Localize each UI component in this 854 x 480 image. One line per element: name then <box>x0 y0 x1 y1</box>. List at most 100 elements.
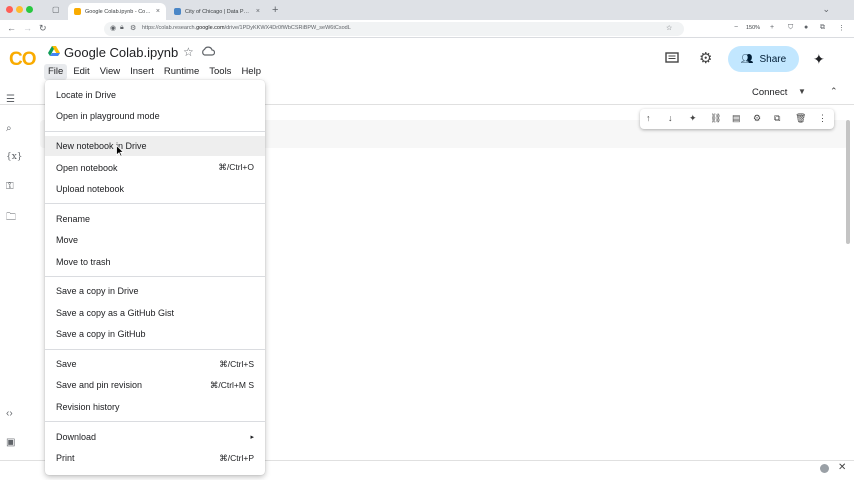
menu-item-rename[interactable]: Rename <box>45 209 265 229</box>
menu-item-move-to-trash[interactable]: Move to trash <box>45 252 265 272</box>
notebook-title[interactable]: Google Colab.ipynb <box>64 45 178 60</box>
menu-edit[interactable]: Edit <box>69 64 93 80</box>
mouse-cursor-icon <box>116 145 124 157</box>
menu-item-shortcut: ⌘/Ctrl+S <box>219 358 254 369</box>
menu-item-label: Save <box>56 359 77 369</box>
extension-icon[interactable]: ⛉ <box>788 24 793 32</box>
delete-icon[interactable]: 🗑︎ <box>795 113 806 124</box>
menu-item-label: New notebook in Drive <box>56 141 147 152</box>
link-icon[interactable]: ⛓ <box>710 113 721 124</box>
menu-runtime[interactable]: Runtime <box>160 64 203 80</box>
more-vert-icon[interactable]: ⋮ <box>818 113 827 124</box>
runtime-status-icon[interactable] <box>820 464 829 473</box>
cloud-saved-icon[interactable] <box>201 46 215 56</box>
connect-button[interactable]: Connect <box>752 87 787 98</box>
secrets-key-icon[interactable]: ⚿ <box>6 181 14 192</box>
tab-title: Google Colab.ipynb - Colab <box>85 8 152 15</box>
menu-item-save-a-copy-in-drive[interactable]: Save a copy in Drive <box>45 281 265 301</box>
move-down-icon[interactable]: ↓ <box>668 113 673 123</box>
browser-menu-icon[interactable]: ⋮ <box>838 24 845 32</box>
share-button[interactable]: 👥︎ Share <box>728 46 799 72</box>
browser-tab-colab[interactable]: Google Colab.ipynb - Colab × <box>68 3 166 20</box>
mirror-cell-icon[interactable]: ⧉ <box>774 113 780 124</box>
colab-logo[interactable]: CO <box>9 49 36 71</box>
site-info-icon[interactable]: ◉ <box>110 24 116 32</box>
address-bar[interactable]: ◉ 🔒︎ ⚙︎ https://colab.research.google.co… <box>104 22 684 36</box>
menu-file[interactable]: File <box>44 64 68 80</box>
menu-help[interactable]: Help <box>237 64 265 80</box>
menu-item-revision-history[interactable]: Revision history <box>45 397 265 417</box>
collapse-header-icon[interactable]: ⌃ <box>830 86 838 97</box>
menu-item-save[interactable]: Save ⌘/Ctrl+S <box>45 354 265 374</box>
menu-item-download[interactable]: Download ▸ <box>45 427 265 447</box>
reload-icon[interactable]: ↻ <box>39 23 47 34</box>
minimize-window-button[interactable] <box>16 6 23 13</box>
menu-item-label: Print <box>56 453 75 463</box>
bookmark-star-icon[interactable]: ☆ <box>666 24 672 32</box>
terminal-icon[interactable]: ▣ <box>6 437 15 448</box>
google-drive-icon[interactable] <box>48 46 60 57</box>
browser-tab-chicago[interactable]: City of Chicago | Data Portal | C × <box>168 3 266 20</box>
tab-title: City of Chicago | Data Portal | C <box>185 8 252 15</box>
menu-item-label: Save a copy in GitHub <box>56 329 146 340</box>
menu-tools[interactable]: Tools <box>205 64 235 80</box>
tab-list-chevron-icon[interactable]: ⌄ <box>822 4 830 15</box>
menu-item-save-and-pin-revision[interactable]: Save and pin revision ⌘/Ctrl+M S <box>45 375 265 395</box>
variables-icon[interactable]: {x} <box>6 152 23 162</box>
menu-item-label: Locate in Drive <box>56 90 117 100</box>
tune-icon[interactable]: ⚙︎ <box>130 24 136 32</box>
move-up-icon[interactable]: ↑ <box>646 113 651 123</box>
close-window-button[interactable] <box>6 6 13 13</box>
comments-icon[interactable] <box>665 52 679 65</box>
screen: ▢ Google Colab.ipynb - Colab × City of C… <box>0 0 854 480</box>
menu-item-locate-in-drive[interactable]: Locate in Drive <box>45 85 265 105</box>
back-icon[interactable]: ← <box>7 23 16 33</box>
menu-item-label: Save a copy in Drive <box>56 286 139 297</box>
close-tab-icon[interactable]: × <box>256 8 260 15</box>
share-label: Share <box>759 53 787 65</box>
vertical-scrollbar[interactable] <box>846 120 850 244</box>
lock-icon: 🔒︎ <box>120 24 124 31</box>
menu-item-open-notebook[interactable]: Open notebook ⌘/Ctrl+O <box>45 158 265 178</box>
menu-item-label: Open notebook <box>56 162 118 173</box>
menu-item-move[interactable]: Move <box>45 230 265 250</box>
menu-item-label: Move to trash <box>56 256 111 267</box>
menu-item-print[interactable]: Print ⌘/Ctrl+P <box>45 448 265 468</box>
menu-separator <box>45 276 265 277</box>
submenu-arrow-icon: ▸ <box>250 433 254 441</box>
comment-icon[interactable]: ▤ <box>732 113 741 124</box>
settings-gear-icon[interactable]: ⚙ <box>699 49 712 67</box>
code-snippets-icon[interactable]: ‹› <box>6 408 13 419</box>
menu-item-save-a-copy-in-github[interactable]: Save a copy in GitHub <box>45 324 265 344</box>
close-status-icon[interactable]: ✕ <box>838 462 846 473</box>
menu-view[interactable]: View <box>96 64 124 80</box>
menu-item-label: Download <box>56 431 97 442</box>
puzzle-icon[interactable]: ⧉ <box>820 24 825 32</box>
menu-item-new-notebook-in-drive[interactable]: New notebook in Drive <box>45 136 265 157</box>
menu-item-save-a-copy-as-a-github-gist[interactable]: Save a copy as a GitHub Gist <box>45 303 265 323</box>
tab-search-icon[interactable]: ▢ <box>52 5 60 14</box>
menu-separator <box>45 130 265 132</box>
zoom-in-icon[interactable]: + <box>770 24 774 31</box>
connect-dropdown-icon[interactable]: ▼ <box>798 87 806 96</box>
find-icon[interactable]: ⌕ <box>6 123 12 134</box>
menu-separator <box>45 203 265 205</box>
menu-item-open-in-playground-mode[interactable]: Open in playground mode <box>45 106 265 126</box>
settings-icon[interactable]: ⚙ <box>753 113 761 124</box>
menu-item-upload-notebook[interactable]: Upload notebook <box>45 179 265 199</box>
menu-item-label: Save a copy as a GitHub Gist <box>56 307 175 318</box>
star-notebook-icon[interactable]: ☆ <box>183 45 194 59</box>
close-tab-icon[interactable]: × <box>156 8 160 15</box>
people-icon: 👥︎ <box>740 53 754 65</box>
menu-item-shortcut: ⌘/Ctrl+P <box>219 452 254 463</box>
new-tab-icon[interactable]: + <box>272 4 278 16</box>
files-folder-icon[interactable]: 🗀︎ <box>6 210 16 227</box>
maximize-window-button[interactable] <box>26 6 33 13</box>
profile-icon[interactable]: ● <box>804 24 808 31</box>
gemini-icon[interactable]: ✦ <box>689 113 697 124</box>
menu-insert[interactable]: Insert <box>126 64 158 80</box>
forward-icon[interactable]: → <box>23 23 32 33</box>
menu-item-label: Save and pin revision <box>56 380 143 391</box>
zoom-out-icon[interactable]: − <box>734 24 738 31</box>
gemini-sparkle-icon[interactable]: ✦ <box>813 51 825 68</box>
